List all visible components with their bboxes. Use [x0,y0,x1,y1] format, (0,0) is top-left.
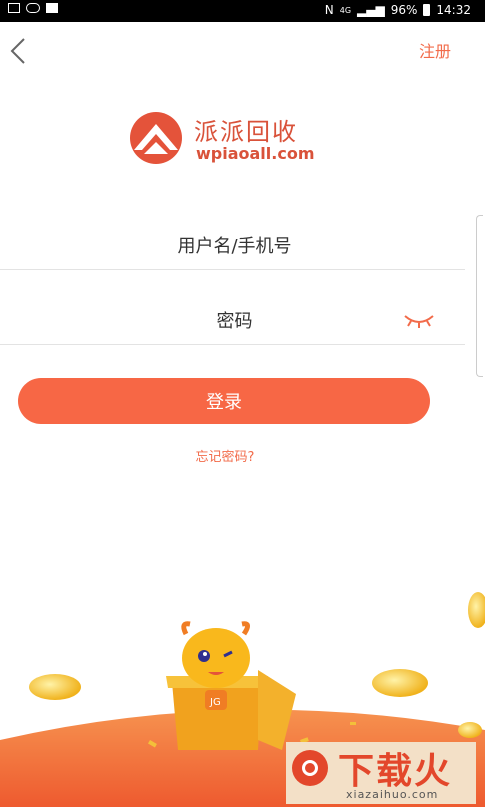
edge-panel-handle[interactable] [476,215,483,377]
svg-text:JG: JG [209,697,221,708]
username-field-container [0,221,469,271]
nfc-icon: N [324,3,334,17]
network-type: 4G [339,5,352,15]
username-input[interactable] [0,221,469,271]
password-field-container [0,296,469,346]
signal-icon: ▂▄▆ [357,3,385,17]
battery-percent: 96% [390,3,418,17]
coin-right [372,669,428,697]
app-logo: 派派回收 wpiaoall.com [126,110,356,170]
coin-left [29,674,81,700]
logo-name: 派派回收 [194,118,298,146]
coin-bottom [458,722,482,738]
watermark-title: 下载火 [338,751,453,792]
register-link[interactable]: 注册 [419,38,451,62]
login-button[interactable]: 登录 [18,378,430,424]
eye-closed-icon[interactable] [403,310,435,330]
chevron-left-icon [10,38,25,64]
watermark-subtitle: xiazaihuo.com [346,788,439,801]
gallery-icon [8,3,20,13]
status-bar: N 4G ▂▄▆ 96% 14:32 [0,0,485,22]
site-watermark: 下载火 xiazaihuo.com [286,742,476,804]
status-bar-system: N 4G ▂▄▆ 96% 14:32 [325,3,471,17]
status-bar-notifications [8,3,58,13]
forgot-password-link[interactable]: 忘记密码? [0,446,450,465]
coin-edge [468,592,485,628]
logo-domain: wpiaoall.com [196,144,315,163]
back-button[interactable] [8,36,30,66]
password-input[interactable] [0,296,469,346]
message-icon [46,3,58,13]
watermark-logo-icon [292,750,328,786]
logo-mark-icon [130,112,182,164]
battery-icon [423,4,431,16]
wechat-icon [26,3,40,13]
clock: 14:32 [436,3,471,17]
